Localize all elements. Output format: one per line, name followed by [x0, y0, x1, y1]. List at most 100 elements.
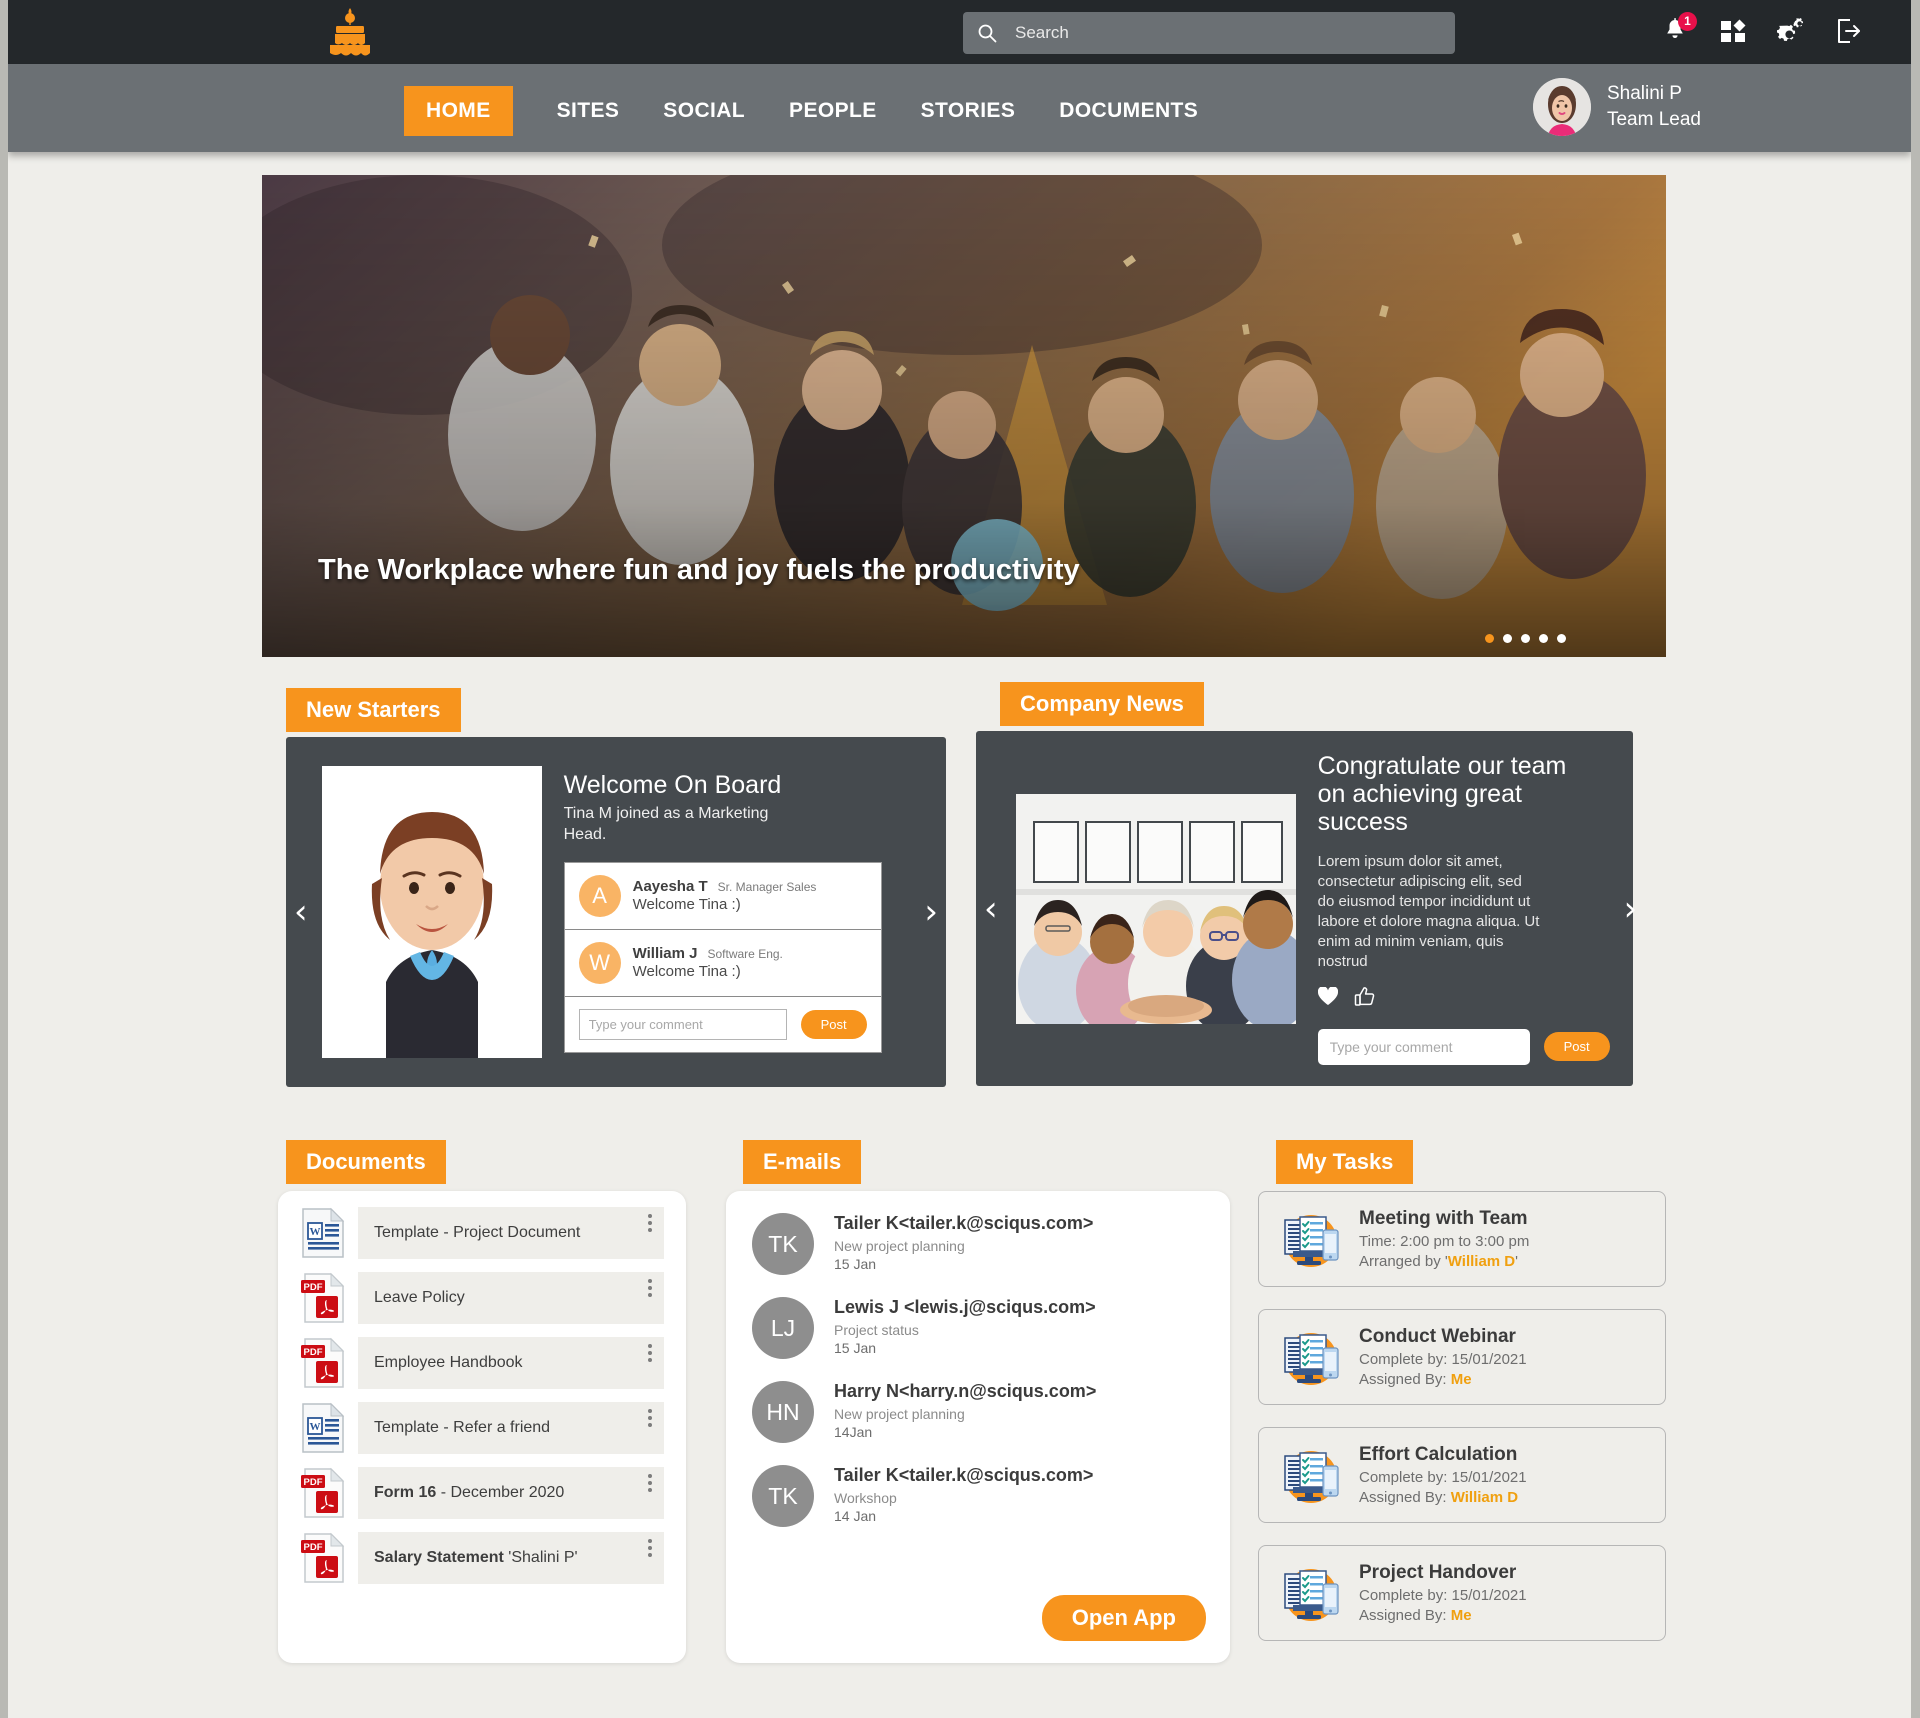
thumbs-up-icon[interactable] — [1354, 986, 1376, 1013]
task-card[interactable]: Project Handover Complete by: 15/01/2021… — [1258, 1545, 1666, 1641]
kebab-menu-icon[interactable] — [648, 1214, 652, 1232]
comment-role: Sr. Manager Sales — [717, 880, 817, 895]
svg-text:PDF: PDF — [304, 1542, 323, 1553]
notifications-bell-icon[interactable]: 1 — [1661, 12, 1697, 47]
carousel-dot-1[interactable] — [1485, 634, 1494, 643]
document-name-box[interactable]: Employee Handbook — [358, 1337, 664, 1389]
task-text: Meeting with Team Time: 2:00 pm to 3:00 … — [1359, 1208, 1529, 1270]
svg-text:W: W — [310, 1226, 321, 1238]
new-starters-next-button[interactable]: › — [916, 895, 946, 929]
nav-item-documents[interactable]: DOCUMENTS — [1037, 86, 1220, 136]
avatar — [1532, 78, 1591, 136]
email-from: Tailer K<tailer.k@sciqus.com> — [834, 1213, 1094, 1233]
company-news-title-line1: Congratulate our team — [1317, 752, 1567, 781]
topbar-icon-group: 1 — [1661, 0, 1865, 64]
post-comment-button[interactable]: Post — [800, 1009, 867, 1039]
task-checklist-icon — [1275, 1562, 1343, 1624]
open-app-button[interactable]: Open App — [1041, 1595, 1206, 1641]
email-date: 15 Jan — [834, 1340, 877, 1356]
hero-caption: The Workplace where fun and joy fuels th… — [318, 554, 1080, 586]
tasks-header: My Tasks — [1276, 1140, 1414, 1184]
email-avatar: TK — [752, 1213, 814, 1275]
email-row[interactable]: LJ Lewis J <lewis.j@sciqus.com> Project … — [752, 1297, 1204, 1359]
email-avatar: HN — [752, 1381, 814, 1443]
nav-item-home[interactable]: HOME — [404, 86, 513, 136]
document-row[interactable]: PDF Employee Handbook — [300, 1337, 664, 1389]
user-profile[interactable]: Shalini P Team Lead — [1532, 78, 1701, 136]
kebab-menu-icon[interactable] — [648, 1344, 652, 1362]
kebab-menu-icon[interactable] — [648, 1279, 652, 1297]
kebab-menu-icon[interactable] — [648, 1409, 652, 1427]
comment-message: Welcome Tina :) — [632, 896, 741, 914]
document-name-box[interactable]: Leave Policy — [358, 1272, 664, 1324]
document-name-box[interactable]: Salary Statement 'Shalini P' — [358, 1532, 664, 1584]
document-row[interactable]: W Template - Project Document — [300, 1207, 664, 1259]
notification-badge: 1 — [1678, 12, 1697, 31]
carousel-dot-2[interactable] — [1503, 634, 1512, 643]
nav-item-people[interactable]: PEOPLE — [767, 86, 899, 136]
carousel-dot-4[interactable] — [1539, 634, 1548, 643]
document-row[interactable]: W Template - Refer a friend — [300, 1402, 664, 1454]
company-news-next-button[interactable]: › — [1616, 892, 1646, 926]
svg-text:PDF: PDF — [304, 1477, 323, 1488]
document-name-box[interactable]: Template - Project Document — [358, 1207, 664, 1259]
company-news-prev-button[interactable]: ‹ — [976, 892, 1006, 926]
email-row[interactable]: TK Tailer K<tailer.k@sciqus.com> New pro… — [752, 1213, 1204, 1275]
email-subject: Workshop — [834, 1490, 897, 1506]
task-card[interactable]: Meeting with Team Time: 2:00 pm to 3:00 … — [1258, 1191, 1666, 1287]
task-card[interactable]: Conduct Webinar Complete by: 15/01/2021 … — [1258, 1309, 1666, 1405]
email-avatar: TK — [752, 1465, 814, 1527]
email-from: Lewis J <lewis.j@sciqus.com> — [834, 1297, 1096, 1317]
comment-role: Software Eng. — [707, 947, 783, 962]
new-starters-prev-button[interactable]: ‹ — [286, 895, 316, 929]
kebab-menu-icon[interactable] — [648, 1539, 652, 1557]
document-name-box[interactable]: Form 16 - December 2020 — [358, 1467, 664, 1519]
document-row[interactable]: PDF Salary Statement 'Shalini P' — [300, 1532, 664, 1584]
company-news-text: Lorem ipsum dolor sit amet, consectetur … — [1317, 853, 1540, 970]
comment-input[interactable] — [1317, 1028, 1530, 1065]
logout-icon[interactable] — [1835, 17, 1865, 47]
email-avatar: LJ — [752, 1297, 814, 1359]
carousel-dot-5[interactable] — [1557, 634, 1566, 643]
comment-author: William J — [632, 945, 698, 963]
task-line2-highlight: William D — [1447, 1253, 1516, 1270]
heart-icon[interactable] — [1317, 986, 1338, 1011]
email-row[interactable]: TK Tailer K<tailer.k@sciqus.com> Worksho… — [752, 1465, 1204, 1527]
main-navigation: HOME SITES SOCIAL PEOPLE STORIES DOCUMEN… — [8, 64, 1911, 152]
comment-author: Aayesha T — [632, 878, 708, 896]
new-starters-header: New Starters — [286, 688, 461, 732]
hero-carousel[interactable]: The Workplace where fun and joy fuels th… — [262, 175, 1666, 657]
settings-gears-icon[interactable] — [1776, 17, 1807, 47]
document-row[interactable]: PDF Leave Policy — [300, 1272, 664, 1324]
comment-input[interactable] — [578, 1008, 787, 1040]
email-date: 14Jan — [834, 1424, 873, 1440]
email-date: 15 Jan — [834, 1256, 877, 1272]
document-row[interactable]: PDF Form 16 - December 2020 — [300, 1467, 664, 1519]
task-title: Meeting with Team — [1359, 1208, 1528, 1229]
task-text: Effort Calculation Complete by: 15/01/20… — [1359, 1444, 1527, 1506]
nav-item-sites[interactable]: SITES — [535, 86, 642, 136]
app-root: 1 — [0, 0, 1920, 1718]
task-line2-prefix: Assigned By: — [1359, 1489, 1451, 1506]
document-name-box[interactable]: Template - Refer a friend — [358, 1402, 664, 1454]
pdf-file-icon: PDF — [300, 1467, 346, 1519]
company-news-header: Company News — [1000, 682, 1204, 726]
apps-grid-icon[interactable] — [1719, 17, 1749, 47]
document-name-rest: - December 2020 — [436, 1484, 565, 1501]
email-from: Harry N<harry.n@sciqus.com> — [834, 1381, 1097, 1401]
kebab-menu-icon[interactable] — [648, 1474, 652, 1492]
carousel-dot-3[interactable] — [1521, 634, 1530, 643]
task-card[interactable]: Effort Calculation Complete by: 15/01/20… — [1258, 1427, 1666, 1523]
nav-item-social[interactable]: SOCIAL — [641, 86, 767, 136]
post-comment-button[interactable]: Post — [1543, 1032, 1610, 1062]
search-bar[interactable] — [963, 12, 1455, 54]
nav-items: HOME SITES SOCIAL PEOPLE STORIES DOCUMEN… — [404, 86, 1220, 136]
pdf-file-icon: PDF — [300, 1337, 346, 1389]
cake-logo-icon[interactable] — [320, 2, 380, 62]
email-row[interactable]: HN Harry N<harry.n@sciqus.com> New proje… — [752, 1381, 1204, 1443]
nav-item-stories[interactable]: STORIES — [899, 86, 1038, 136]
email-text: Lewis J <lewis.j@sciqus.com> Project sta… — [834, 1297, 1096, 1356]
search-input[interactable] — [1015, 23, 1441, 43]
task-title: Effort Calculation — [1359, 1444, 1518, 1465]
company-news-image — [1015, 793, 1296, 1024]
